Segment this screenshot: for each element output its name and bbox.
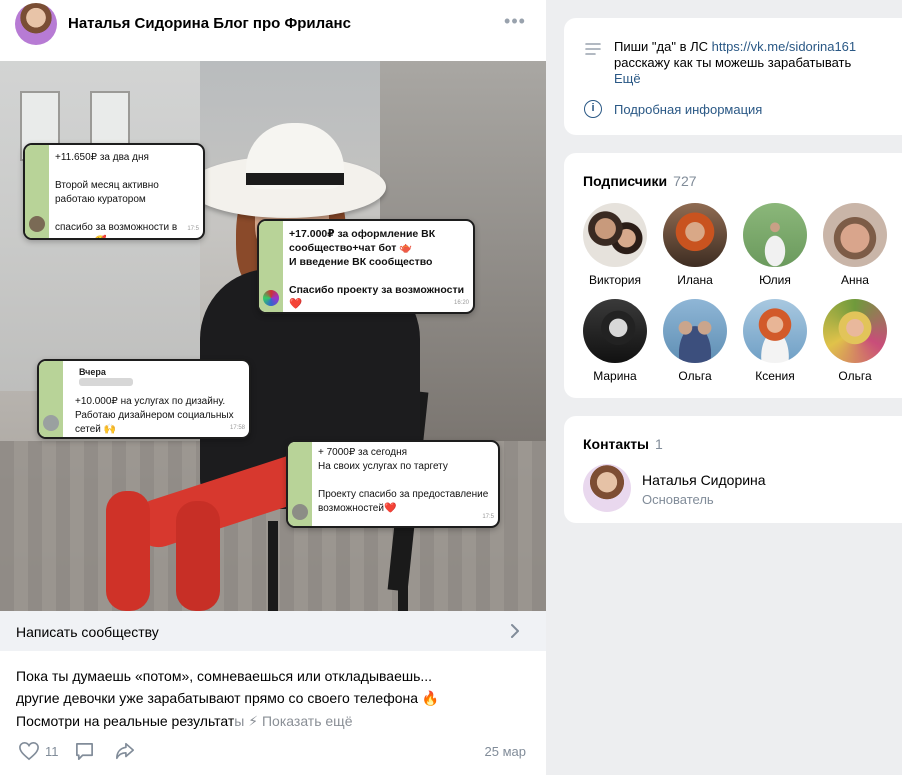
contacts-count: 1 [655,436,663,452]
subscriber-item[interactable]: Ксения [743,299,807,383]
chevron-right-icon [511,624,519,638]
like-button[interactable]: 11 [18,740,59,762]
chat-time: 17:5 [187,226,199,232]
subscribers-title-text: Подписчики [583,173,668,189]
subscriber-avatar [743,299,807,363]
subscribers-title[interactable]: Подписчики 727 [583,173,697,189]
heart-icon [19,741,39,761]
info-card: Пиши "да" в ЛС https://vk.me/sidorina161… [564,18,902,135]
more-horizontal-icon[interactable]: ••• [504,12,526,32]
subscriber-name: Илана [677,273,713,287]
subscriber-item[interactable]: Марина [583,299,647,383]
chat-time: 16:20 [453,300,469,306]
subscriber-avatar [823,299,887,363]
subscriber-name: Анна [841,273,869,287]
share-icon [116,742,134,760]
subscriber-item[interactable]: Юлия [743,203,807,287]
post-date[interactable]: 25 мар [485,744,526,759]
subscriber-avatar [823,203,887,267]
comment-icon [76,743,93,760]
photo-hat [246,173,344,185]
subscriber-avatar [583,299,647,363]
chat-time: 17:58 [229,425,245,431]
contacts-title[interactable]: Контакты 1 [583,436,663,452]
subscriber-avatar [663,299,727,363]
contacts-title-text: Контакты [583,436,650,452]
subscriber-name: Виктория [588,273,641,287]
subscriber-item[interactable]: Ольга [663,299,727,383]
chat-text: +10.000₽ на услугах по дизайну. Работаю … [75,396,234,435]
chat-blur [79,378,133,386]
chat-text: +11.650₽ за два дня Второй месяц активно… [55,152,178,238]
subscriber-item[interactable]: Ольга [823,299,887,383]
subscriber-avatar [743,203,807,267]
text-lines-icon [585,43,601,55]
chat-screenshot: Вчера +10.000₽ на услугах по дизайну. Ра… [37,359,251,439]
info-icon: i [584,100,602,118]
chat-screenshot: + 7000₽ за сегодня На своих услугах по т… [286,440,500,528]
chat-sender: Вчера [79,367,106,377]
chat-screenshot: +17.000₽ за оформление ВК сообщество+чат… [257,219,475,314]
contact-avatar[interactable] [583,464,631,512]
subscriber-item[interactable]: Анна [823,203,887,287]
post-text-line: Посмотри на реальные результаты ⚡ Показа… [16,711,352,731]
post-card: Наталья Сидорина Блог про Фриланс ••• +1… [0,0,546,775]
subscriber-avatar [663,203,727,267]
chat-screenshot: +11.650₽ за два дня Второй месяц активно… [23,143,205,240]
chat-text: + 7000₽ за сегодня На своих услугах по т… [318,447,489,514]
contact-name[interactable]: Наталья Сидорина [642,472,766,488]
info-link[interactable]: https://vk.me/sidorina161 [712,39,857,54]
subscriber-name: Ольга [838,369,872,383]
subscriber-item[interactable]: Виктория [583,203,647,287]
share-button[interactable] [114,740,136,762]
post-text-fragment: Посмотри на реальные результат [16,713,235,729]
like-count: 11 [45,743,59,759]
info-text-prefix: Пиши "да" в ЛС [614,39,712,54]
info-text-suffix: расскажу как ты можешь зарабатывать [614,55,852,70]
comment-button[interactable] [74,740,95,762]
info-description: Пиши "да" в ЛС https://vk.me/sidorina161… [614,39,894,87]
post-photo[interactable]: +11.650₽ за два дня Второй месяц активно… [0,61,546,611]
photo-figure [106,491,150,611]
post-text-fragment: ы ⚡ [234,713,259,729]
subscriber-name: Марина [593,369,637,383]
contacts-card: Контакты 1 Наталья Сидорина Основатель [564,416,902,523]
contact-role: Основатель [642,492,714,507]
subscriber-avatar [583,203,647,267]
detailed-info-link[interactable]: Подробная информация [614,102,762,117]
subscriber-name: Ксения [755,369,795,383]
post-text-line: другие девочки уже зарабатывают прямо со… [16,690,440,706]
subscriber-name: Ольга [678,369,712,383]
subscribers-card: Подписчики 727 Виктория Илана Юлия Анна М… [564,153,902,398]
show-more-link[interactable]: Показать ещё [262,713,353,729]
write-community-label: Написать сообществу [16,624,159,640]
photo-figure [176,501,220,611]
chat-time: 17:5 [482,514,494,520]
subscribers-count: 727 [673,173,697,189]
post-header: Наталья Сидорина Блог про Фриланс ••• [0,0,546,48]
write-community-button[interactable]: Написать сообществу [0,611,546,651]
info-more-link[interactable]: Ещё [614,71,894,87]
subscriber-name: Юлия [759,273,791,287]
subscriber-item[interactable]: Илана [663,203,727,287]
post-text: Пока ты думаешь «потом», сомневаешься ил… [16,665,439,709]
author-avatar[interactable] [15,3,57,45]
post-text-line: Пока ты думаешь «потом», сомневаешься ил… [16,668,433,684]
chat-text: +17.000₽ за оформление ВК сообщество+чат… [289,228,465,310]
author-name[interactable]: Наталья Сидорина Блог про Фриланс [68,15,351,32]
